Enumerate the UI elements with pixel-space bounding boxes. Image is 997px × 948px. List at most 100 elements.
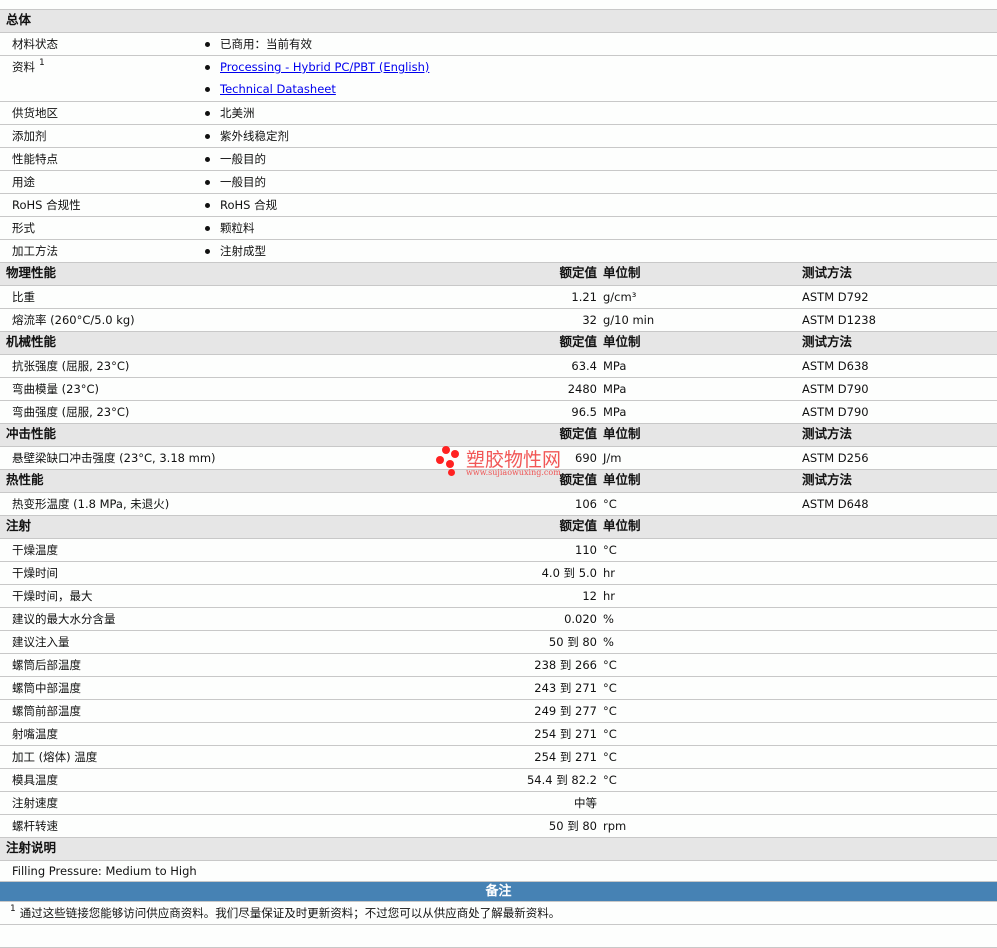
property-row: 弯曲模量 (23°C) 2480 MPa ASTM D790 [0, 378, 997, 401]
column-header-unit: 单位制 [603, 265, 641, 280]
property-value: 32 [582, 313, 597, 327]
property-label: 螺杆转速 [12, 819, 58, 833]
property-row: 建议注入量 50 到 80% [0, 631, 997, 654]
property-unit: % [603, 612, 614, 626]
property-label-text: 形式 [12, 221, 35, 235]
property-value: 1.21 [571, 290, 597, 304]
footnote-marker: 1 [10, 904, 16, 914]
property-unit: g/10 min [603, 313, 655, 327]
footnote-row: 1 通过这些链接您能够访问供应商资料。我们尽量保证及时更新资料；不过您可以从供应商… [0, 902, 997, 925]
property-label: 模具温度 [12, 773, 58, 787]
property-values: RoHS 合规 [205, 194, 277, 216]
document-link[interactable]: Technical Datasheet [220, 82, 336, 96]
bullet-icon [205, 134, 210, 139]
property-label: 比重 [12, 290, 35, 304]
footnote: 1 通过这些链接您能够访问供应商资料。我们尽量保证及时更新资料；不过您可以从供应商… [10, 902, 560, 924]
test-method: ASTM D790 [802, 382, 869, 396]
bullet-text: 注射成型 [220, 244, 266, 258]
property-unit: J/m [603, 451, 622, 465]
property-unit: °C [603, 704, 617, 718]
test-method: ASTM D792 [802, 290, 869, 304]
property-values: 一般目的 [205, 148, 266, 170]
property-label: 热变形温度 (1.8 MPa, 未退火) [12, 497, 170, 511]
section-header: 物理性能 额定值 单位制 测试方法 [0, 263, 997, 286]
property-label: 性能特点 [12, 148, 58, 170]
property-label: 螺筒中部温度 [12, 681, 81, 695]
section-header: 机械性能 额定值 单位制 测试方法 [0, 332, 997, 355]
property-row: 干燥时间 4.0 到 5.0 hr [0, 562, 997, 585]
document-link[interactable]: Processing - Hybrid PC/PBT (English) [220, 60, 429, 74]
property-label-text: RoHS 合规性 [12, 198, 81, 212]
test-method: ASTM D256 [802, 451, 869, 465]
column-header-method: 测试方法 [802, 265, 853, 280]
column-header-value: 额定值 [559, 265, 597, 280]
property-label: 干燥时间，最大 [12, 589, 93, 603]
bullet-icon [205, 180, 210, 185]
section-header-general: 总体 [0, 10, 997, 33]
property-label: 抗张强度 (屈服, 23°C) [12, 359, 130, 373]
test-method: ASTM D790 [802, 405, 869, 419]
property-label: 干燥温度 [12, 543, 58, 557]
property-label: 注射速度 [12, 796, 58, 810]
property-unit: °C [603, 658, 617, 672]
section-title: 注射说明 [6, 840, 57, 855]
property-value: 50 到 80 [548, 819, 597, 833]
property-values: 一般目的 [205, 171, 266, 193]
property-row: 螺杆转速 50 到 80 rpm [0, 815, 997, 838]
property-unit: °C [603, 681, 617, 695]
bullet-text: RoHS 合规 [220, 198, 278, 212]
property-values: 紫外线稳定剂 [205, 125, 289, 147]
property-label: 建议的最大水分含量 [12, 612, 116, 626]
property-label-text: 资料 [12, 60, 35, 74]
injection-note-text: Filling Pressure: Medium to High [12, 864, 197, 878]
property-unit: °C [603, 750, 617, 764]
property-unit: °C [603, 773, 617, 787]
property-label-text: 添加剂 [12, 129, 47, 143]
property-label: 螺筒前部温度 [12, 704, 81, 718]
bullet-icon [205, 87, 210, 92]
property-row: 加工 (熔体) 温度 254 到 271 °C [0, 746, 997, 769]
property-value: 50 到 80 [548, 635, 597, 649]
bullet-item: 一般目的 [205, 171, 266, 193]
property-row: 建议的最大水分含量 0.020% [0, 608, 997, 631]
property-label: 形式 [12, 217, 35, 239]
test-method: ASTM D638 [802, 359, 869, 373]
column-header-unit: 单位制 [603, 518, 641, 533]
property-row: 用途 一般目的 [0, 171, 997, 194]
footnote-marker: 1 [39, 58, 45, 68]
property-value: 254 到 271 [534, 750, 597, 764]
property-row: 形式 颗粒料 [0, 217, 997, 240]
property-row: 熔流率 (260°C/5.0 kg) 32 g/10 min ASTM D1238 [0, 309, 997, 332]
property-label: 悬壁梁缺口冲击强度 (23°C, 3.18 mm) [12, 451, 216, 465]
column-header-value: 额定值 [559, 518, 597, 533]
property-value: 12 [582, 589, 597, 603]
section-header-injection-notes: 注射说明 [0, 838, 997, 861]
property-row: 抗张强度 (屈服, 23°C) 63.4 MPa ASTM D638 [0, 355, 997, 378]
section-title: 注射 [6, 518, 32, 533]
property-row: 加工方法 注射成型 [0, 240, 997, 263]
property-value: 106 [575, 497, 597, 511]
property-row: 模具温度 54.4 到 82.2 °C [0, 769, 997, 792]
property-value: 中等 [574, 796, 597, 810]
property-row: 射嘴温度 254 到 271 °C [0, 723, 997, 746]
property-label: RoHS 合规性 [12, 194, 81, 216]
property-label-text: 材料状态 [12, 37, 58, 51]
section-header: 注射 额定值 单位制 [0, 516, 997, 539]
bullet-text: 一般目的 [220, 152, 266, 166]
property-row: 螺筒前部温度 249 到 277 °C [0, 700, 997, 723]
property-row: 资料 1 Processing - Hybrid PC/PBT (English) T… [0, 56, 997, 102]
property-label: 加工 (熔体) 温度 [12, 750, 98, 764]
property-row: 螺筒中部温度 243 到 271 °C [0, 677, 997, 700]
bullet-text: 颗粒料 [220, 221, 255, 235]
section-title: 冲击性能 [6, 426, 57, 441]
property-label: 弯曲模量 (23°C) [12, 382, 100, 396]
note-row: Filling Pressure: Medium to High [0, 861, 997, 882]
property-label: 干燥时间 [12, 566, 58, 580]
property-value: 243 到 271 [534, 681, 597, 695]
column-header-unit: 单位制 [603, 334, 641, 349]
property-value: 63.4 [571, 359, 597, 373]
datasheet-table: 总体 材料状态 已商用：当前有效 资料 1 Processing - Hybrid PC/… [0, 9, 997, 948]
property-row: 比重 1.21 g/cm³ ASTM D792 [0, 286, 997, 309]
property-label-text: 供货地区 [12, 106, 58, 120]
property-unit: °C [603, 497, 617, 511]
